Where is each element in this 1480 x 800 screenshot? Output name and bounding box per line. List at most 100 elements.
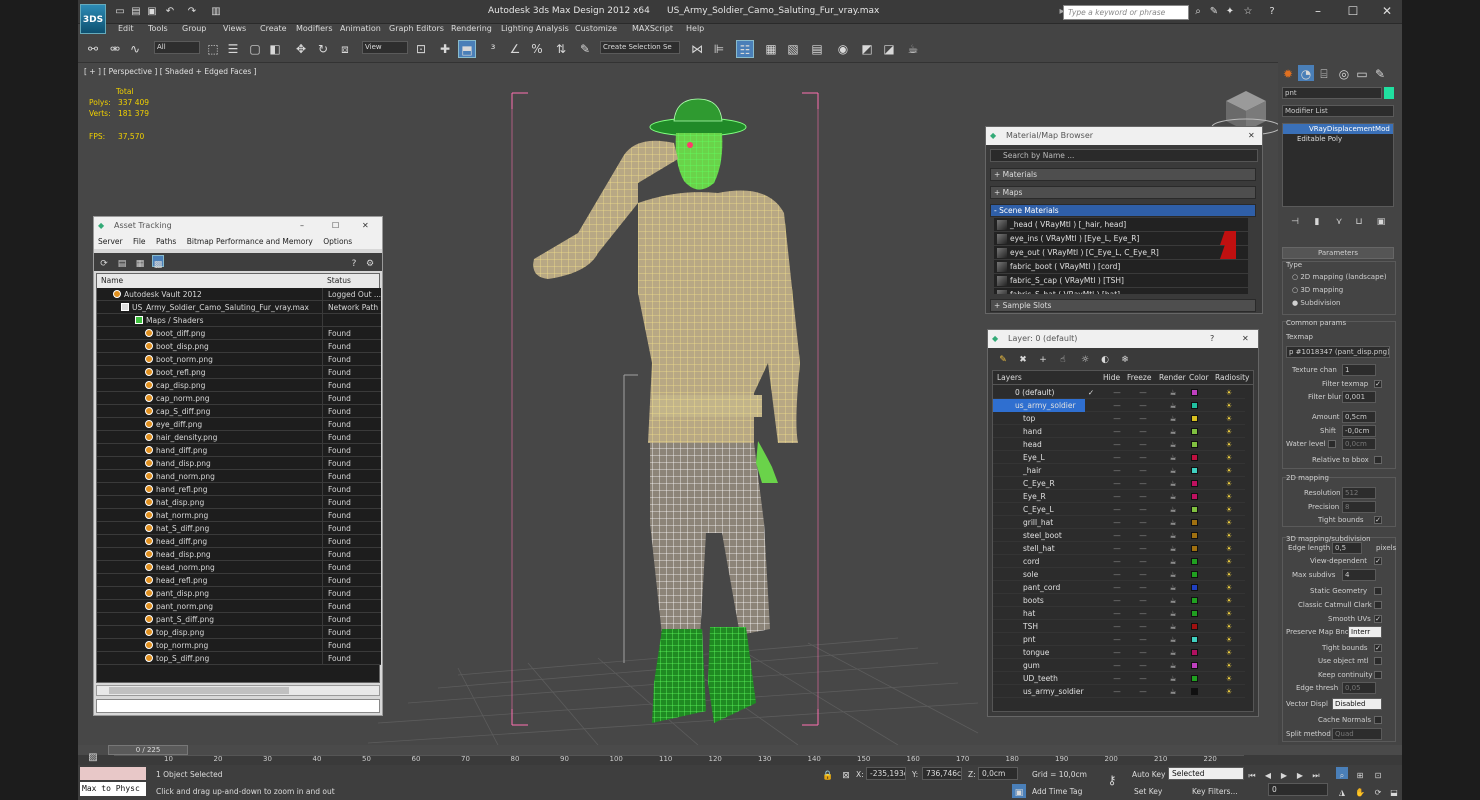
layer-row[interactable]: top — — ☕ ☀ bbox=[993, 412, 1245, 425]
link-icon[interactable]: ⚯ bbox=[84, 40, 102, 58]
asset-row[interactable]: Autodesk Vault 2012 Logged Out ... bbox=[97, 288, 381, 301]
layer-color-swatch[interactable] bbox=[1191, 480, 1198, 487]
asset-row[interactable]: head_refl.png Found bbox=[97, 574, 381, 587]
layer-hide-toggle[interactable]: — bbox=[1107, 646, 1127, 659]
layer-freeze-toggle[interactable]: — bbox=[1133, 451, 1153, 464]
water-level-spinner[interactable]: 0,0cm bbox=[1342, 438, 1376, 450]
layer-row[interactable]: 0 (default) — — ☕ ☀ ✓ bbox=[993, 386, 1245, 399]
help-icon-asset[interactable]: ? bbox=[348, 255, 360, 269]
layer-render-toggle[interactable]: ☕ bbox=[1163, 568, 1183, 581]
layer-hide-toggle[interactable]: — bbox=[1107, 399, 1127, 412]
redo-icon[interactable]: ↷ bbox=[186, 6, 198, 17]
help-search-input[interactable]: Type a keyword or phrase bbox=[1063, 5, 1189, 20]
material-item[interactable]: _head ( VRayMtl ) [_hair, head] bbox=[994, 218, 1248, 232]
texmap-button[interactable]: p #1018347 (pant_disp.png) bbox=[1286, 346, 1390, 358]
asset-row[interactable]: cap_norm.png Found bbox=[97, 392, 381, 405]
go-to-start-icon[interactable]: ⏮ bbox=[1246, 767, 1258, 780]
texture-chan-spinner[interactable]: 1 bbox=[1342, 364, 1376, 376]
layer-freeze-toggle[interactable]: — bbox=[1133, 503, 1153, 516]
layer-hide-toggle[interactable]: — bbox=[1107, 425, 1127, 438]
create-tab-icon[interactable]: ✹ bbox=[1280, 65, 1296, 81]
zoom-icon[interactable]: ⌕ bbox=[1336, 767, 1348, 780]
layer-render-toggle[interactable]: ☕ bbox=[1163, 477, 1183, 490]
layer-render-toggle[interactable]: ☕ bbox=[1163, 425, 1183, 438]
hierarchy-tab-icon[interactable]: ⌸ bbox=[1316, 65, 1332, 81]
layer-row[interactable]: sole — — ☕ ☀ bbox=[993, 568, 1245, 581]
layer-radiosity-icon[interactable]: ☀ bbox=[1219, 529, 1239, 542]
layer-col-layers[interactable]: Layers bbox=[997, 371, 1022, 385]
layer-color-swatch[interactable] bbox=[1191, 623, 1198, 630]
next-frame-icon[interactable]: ▶ bbox=[1294, 767, 1306, 780]
col-header-name[interactable]: Name bbox=[101, 274, 123, 288]
layer-hide-toggle[interactable]: — bbox=[1107, 451, 1127, 464]
stack-item-editable-poly[interactable]: Editable Poly bbox=[1283, 134, 1393, 144]
graphite-ribbon-icon[interactable]: ▦ bbox=[762, 40, 780, 58]
menu-edit[interactable]: Edit bbox=[118, 24, 134, 33]
asset-row[interactable]: cap_S_diff.png Found bbox=[97, 405, 381, 418]
layer-hide-toggle[interactable]: — bbox=[1107, 490, 1127, 503]
layer-radiosity-icon[interactable]: ☀ bbox=[1219, 620, 1239, 633]
layer-row[interactable]: C_Eye_R — — ☕ ☀ bbox=[993, 477, 1245, 490]
rotate-icon[interactable]: ↻ bbox=[314, 40, 332, 58]
layer-row[interactable]: pnt — — ☕ ☀ bbox=[993, 633, 1245, 646]
layer-color-swatch[interactable] bbox=[1191, 389, 1198, 396]
layer-hide-toggle[interactable]: — bbox=[1107, 386, 1127, 399]
asset-row[interactable]: eye_diff.png Found bbox=[97, 418, 381, 431]
layer-render-toggle[interactable]: ☕ bbox=[1163, 594, 1183, 607]
material-item[interactable]: eye_out ( VRayMtl ) [C_Eye_L, C_Eye_R] bbox=[994, 246, 1248, 260]
app-menu-button[interactable]: 3DS bbox=[80, 4, 106, 34]
layer-row[interactable]: gum — — ☕ ☀ bbox=[993, 659, 1245, 672]
table-view-icon[interactable]: ▦ bbox=[134, 255, 146, 269]
layer-row[interactable]: hat — — ☕ ☀ bbox=[993, 607, 1245, 620]
y-coordinate-field[interactable]: 736,746cm bbox=[922, 767, 962, 780]
menu-help[interactable]: Help bbox=[686, 24, 704, 33]
layer-color-swatch[interactable] bbox=[1191, 558, 1198, 565]
asset-row[interactable]: boot_norm.png Found bbox=[97, 353, 381, 366]
vault-icon[interactable]: ⚙ bbox=[364, 255, 376, 269]
asset-row[interactable]: hat_disp.png Found bbox=[97, 496, 381, 509]
pivot-center-icon[interactable]: ⊡ bbox=[412, 40, 430, 58]
layer-render-toggle[interactable]: ☕ bbox=[1163, 581, 1183, 594]
layer-hide-toggle[interactable]: — bbox=[1107, 685, 1127, 698]
layer-freeze-toggle[interactable]: — bbox=[1133, 477, 1153, 490]
asset-menu-file[interactable]: File bbox=[133, 237, 146, 246]
layer-color-swatch[interactable] bbox=[1191, 662, 1198, 669]
layer-render-toggle[interactable]: ☕ bbox=[1163, 646, 1183, 659]
spinner-snap-icon[interactable]: ⇅ bbox=[552, 40, 570, 58]
layer-render-toggle[interactable]: ☕ bbox=[1163, 685, 1183, 698]
layer-freeze-toggle[interactable]: — bbox=[1133, 438, 1153, 451]
layer-hide-toggle[interactable]: — bbox=[1107, 633, 1127, 646]
layer-freeze-toggle[interactable]: — bbox=[1133, 620, 1153, 633]
key-selection-dropdown[interactable]: Selected bbox=[1168, 767, 1244, 780]
layer-radiosity-icon[interactable]: ☀ bbox=[1219, 386, 1239, 399]
layer-color-swatch[interactable] bbox=[1191, 610, 1198, 617]
menu-lighting-analysis[interactable]: Lighting Analysis bbox=[501, 24, 569, 33]
layer-hide-toggle[interactable]: — bbox=[1107, 477, 1127, 490]
layer-render-toggle[interactable]: ☕ bbox=[1163, 438, 1183, 451]
maximize-button[interactable]: ☐ bbox=[1338, 3, 1368, 19]
edge-length-spinner[interactable]: 0,5 bbox=[1332, 542, 1362, 554]
asset-row[interactable]: head_disp.png Found bbox=[97, 548, 381, 561]
precision-spinner[interactable]: 8 bbox=[1342, 501, 1376, 513]
add-time-tag-button[interactable]: Add Time Tag bbox=[1032, 787, 1082, 796]
material-browser-titlebar[interactable]: ◆ Material/Map Browser ✕ bbox=[986, 127, 1262, 145]
maxscript-mini-listener[interactable]: Max to Physc bbox=[80, 782, 146, 796]
layer-render-toggle[interactable]: ☕ bbox=[1163, 464, 1183, 477]
keep-continuity-checkbox[interactable] bbox=[1374, 671, 1382, 679]
menu-rendering[interactable]: Rendering bbox=[451, 24, 492, 33]
reference-coordinate-dropdown[interactable]: View bbox=[362, 41, 408, 54]
layer-color-swatch[interactable] bbox=[1191, 597, 1198, 604]
asset-horizontal-scrollbar[interactable] bbox=[96, 685, 380, 696]
object-color-swatch[interactable] bbox=[1384, 87, 1394, 99]
layer-color-swatch[interactable] bbox=[1191, 454, 1198, 461]
time-slider-track[interactable] bbox=[78, 745, 1402, 755]
layer-row[interactable]: us_army_soldier — — ☕ ☀ bbox=[993, 685, 1245, 698]
layer-freeze-toggle[interactable]: — bbox=[1133, 659, 1153, 672]
layer-freeze-toggle[interactable]: — bbox=[1133, 529, 1153, 542]
list-view-icon[interactable]: ▤ bbox=[116, 255, 128, 269]
rollout-maps[interactable]: + Maps bbox=[990, 186, 1256, 199]
layer-color-swatch[interactable] bbox=[1191, 493, 1198, 500]
asset-row[interactable]: boot_refl.png Found bbox=[97, 366, 381, 379]
delete-layer-icon[interactable]: ✖ bbox=[1016, 351, 1030, 365]
layer-render-toggle[interactable]: ☕ bbox=[1163, 516, 1183, 529]
